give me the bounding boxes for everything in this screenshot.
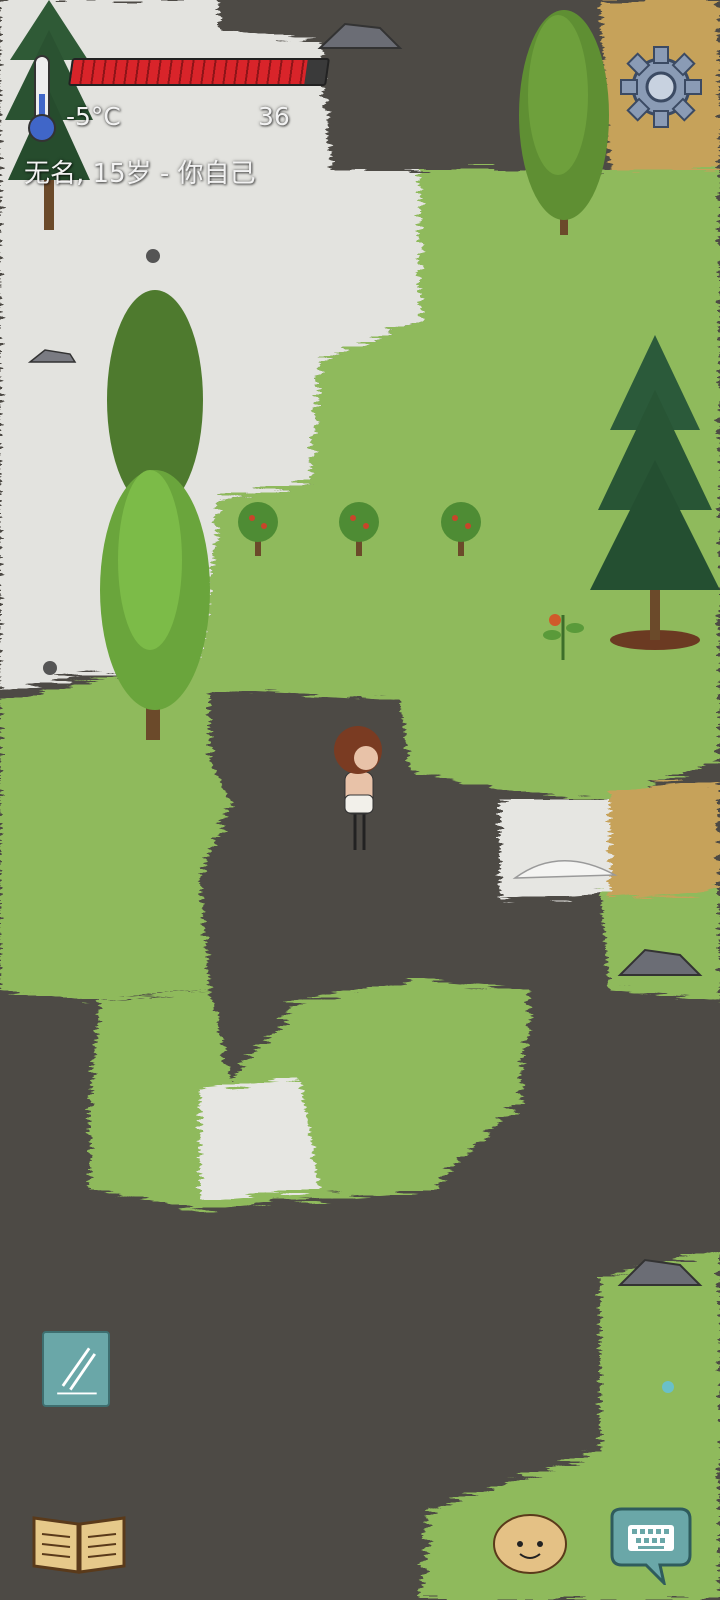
- pencil-icon: [57, 1347, 97, 1395]
- health-bar-fill: [70, 60, 308, 84]
- dry-grass-patch-right: [610, 780, 720, 900]
- gear-icon[interactable]: [620, 46, 702, 128]
- round-stone[interactable]: [146, 249, 160, 263]
- keyboard-icon[interactable]: [608, 1505, 692, 1585]
- cypress-tree-large[interactable]: [100, 290, 210, 740]
- pencil-button[interactable]: [42, 1331, 110, 1407]
- smiley-face-icon[interactable]: [490, 1510, 570, 1576]
- round-stone[interactable]: [43, 661, 57, 675]
- book-icon[interactable]: [30, 1510, 128, 1576]
- character-name-age: 无名, 15岁 - 你自己: [24, 159, 256, 189]
- counter-label: 36: [258, 102, 290, 131]
- snow-patch-right: [500, 800, 620, 900]
- snow-patch-middle: [200, 1080, 320, 1200]
- health-bar: [68, 58, 330, 86]
- temperature-label: -5°C: [66, 102, 121, 131]
- flint-chip[interactable]: [662, 1381, 674, 1393]
- thermometer-icon: [28, 55, 56, 142]
